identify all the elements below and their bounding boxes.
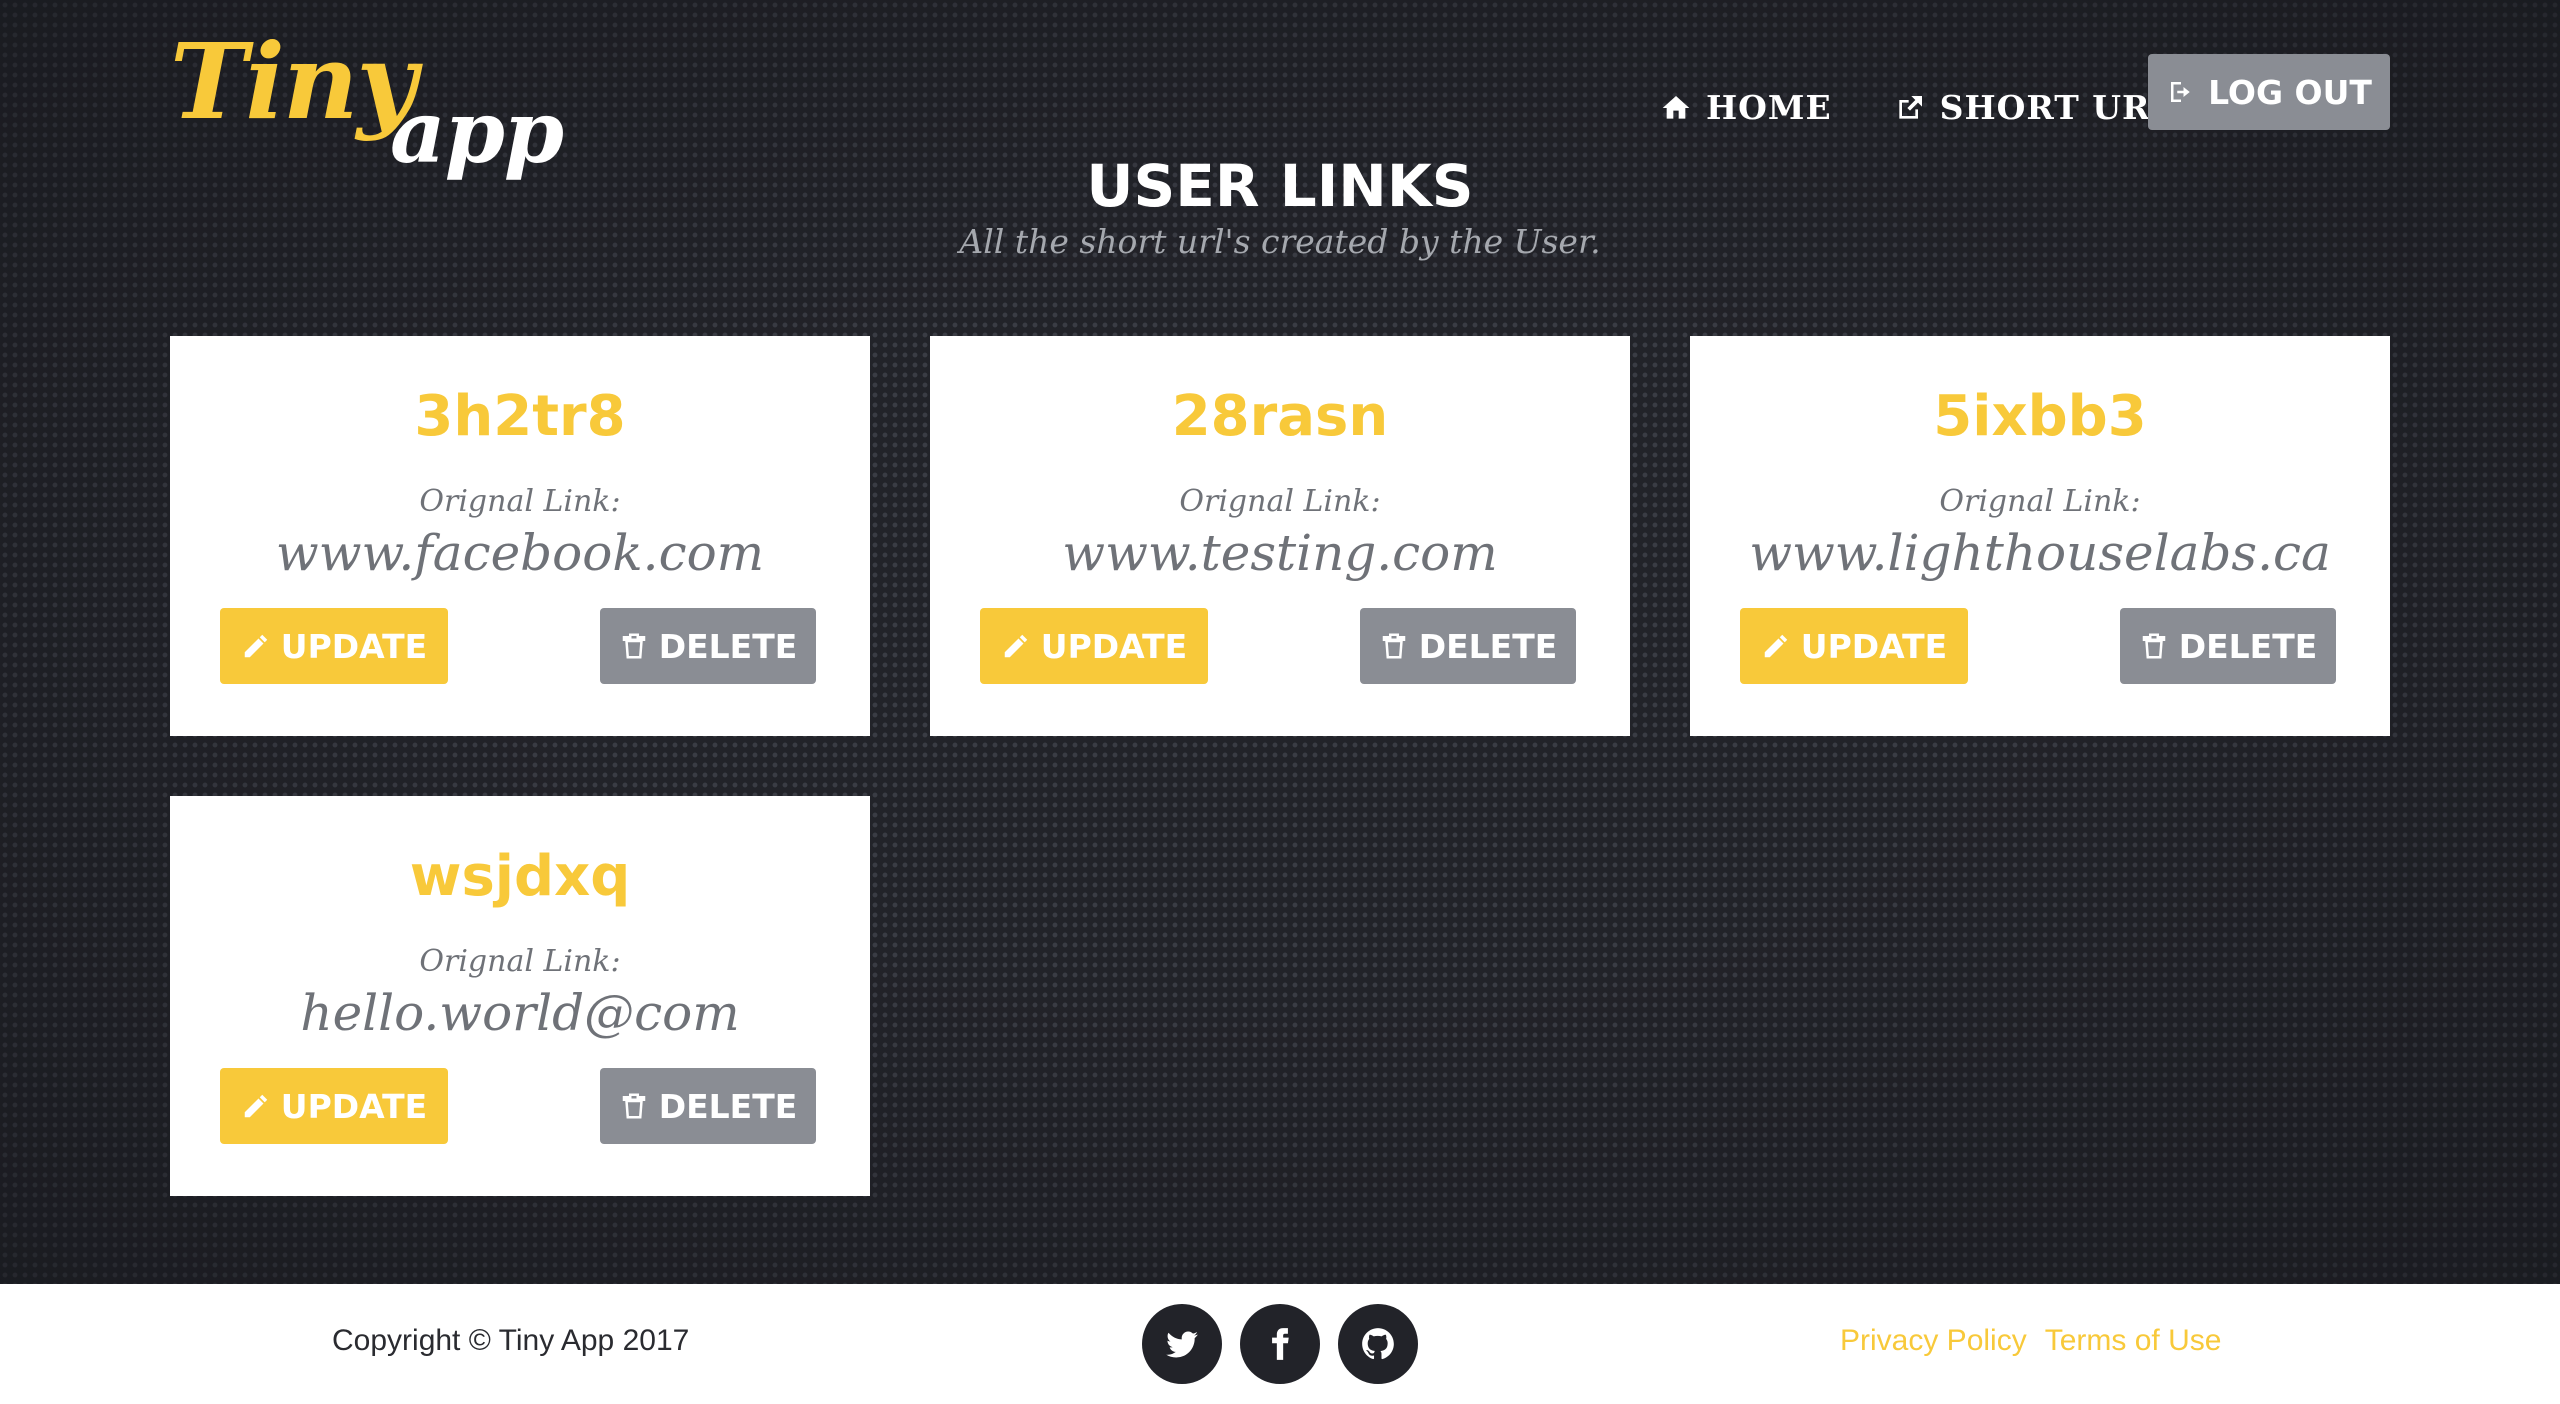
trash-icon xyxy=(1382,633,1405,659)
update-label: UPDATE xyxy=(280,626,428,666)
footer: Copyright © Tiny App 2017 Privacy Policy… xyxy=(0,1284,2560,1404)
facebook-icon xyxy=(1272,1328,1289,1360)
short-code: 5ixbb3 xyxy=(1933,384,2147,449)
original-link-label: Orignal Link: xyxy=(419,944,621,979)
nav-home-link[interactable]: HOME xyxy=(1660,88,1832,127)
logo-word-tiny: Tiny xyxy=(170,20,417,143)
trash-icon xyxy=(2142,633,2165,659)
pencil-icon xyxy=(1764,634,1788,658)
trash-icon xyxy=(622,633,645,659)
twitter-link[interactable] xyxy=(1142,1304,1222,1384)
social-links xyxy=(1142,1304,1418,1384)
update-label: UPDATE xyxy=(1800,626,1948,666)
update-button[interactable]: UPDATE xyxy=(220,608,448,684)
original-link-label: Orignal Link: xyxy=(419,484,621,519)
update-button[interactable]: UPDATE xyxy=(980,608,1208,684)
short-code: 3h2tr8 xyxy=(414,384,626,449)
pencil-icon xyxy=(244,634,268,658)
sign-out-icon xyxy=(2171,82,2190,102)
pencil-icon xyxy=(244,1094,268,1118)
logout-label: LOG OUT xyxy=(2208,72,2372,112)
update-label: UPDATE xyxy=(280,1086,428,1126)
delete-label: DELETE xyxy=(1418,626,1558,666)
delete-button[interactable]: DELETE xyxy=(600,1068,816,1144)
copyright-text: Copyright © Tiny App 2017 xyxy=(332,1324,690,1357)
facebook-link[interactable] xyxy=(1240,1304,1320,1384)
delete-button[interactable]: DELETE xyxy=(600,608,816,684)
privacy-policy-link[interactable]: Privacy Policy xyxy=(1840,1324,2027,1358)
link-card: 5ixbb3 Orignal Link: www.lighthouselabs.… xyxy=(1690,336,2390,736)
nav-home-label: HOME xyxy=(1706,88,1832,127)
delete-label: DELETE xyxy=(658,1086,798,1126)
pencil-icon xyxy=(1004,634,1028,658)
short-code: 28rasn xyxy=(1171,384,1389,449)
home-icon xyxy=(1662,95,1690,119)
top-nav: HOME SHORT URL xyxy=(1660,88,2175,127)
link-card: wsjdxq Orignal Link: hello.world@com UPD… xyxy=(170,796,870,1196)
original-url: hello.world@com xyxy=(300,984,740,1042)
logout-button[interactable]: LOG OUT xyxy=(2148,54,2390,130)
nav-short-url-link[interactable]: SHORT URL xyxy=(1894,88,2175,127)
trash-icon xyxy=(622,1093,645,1119)
page-subtitle: All the short url's created by the User. xyxy=(959,222,1601,261)
short-code: wsjdxq xyxy=(409,844,631,909)
original-url: www.facebook.com xyxy=(275,524,765,582)
original-link-label: Orignal Link: xyxy=(1179,484,1381,519)
github-link[interactable] xyxy=(1338,1304,1418,1384)
external-link-icon xyxy=(1898,95,1922,119)
delete-button[interactable]: DELETE xyxy=(2120,608,2336,684)
delete-label: DELETE xyxy=(2178,626,2318,666)
delete-button[interactable]: DELETE xyxy=(1360,608,1576,684)
update-button[interactable]: UPDATE xyxy=(220,1068,448,1144)
link-card: 28rasn Orignal Link: www.testing.com UPD… xyxy=(930,336,1630,736)
delete-label: DELETE xyxy=(658,626,798,666)
link-card: 3h2tr8 Orignal Link: www.facebook.com UP… xyxy=(170,336,870,736)
nav-short-url-label: SHORT URL xyxy=(1939,88,2175,127)
original-url: www.lighthouselabs.ca xyxy=(1749,524,2331,582)
update-button[interactable]: UPDATE xyxy=(1740,608,1968,684)
twitter-icon xyxy=(1166,1331,1198,1358)
page-title: USER LINKS xyxy=(1086,152,1474,220)
original-url: www.testing.com xyxy=(1062,524,1498,582)
footer-links: Privacy Policy Terms of Use xyxy=(1840,1324,2221,1358)
original-link-label: Orignal Link: xyxy=(1939,484,2141,519)
github-icon xyxy=(1362,1328,1394,1360)
update-label: UPDATE xyxy=(1040,626,1188,666)
terms-of-use-link[interactable]: Terms of Use xyxy=(2045,1324,2222,1358)
